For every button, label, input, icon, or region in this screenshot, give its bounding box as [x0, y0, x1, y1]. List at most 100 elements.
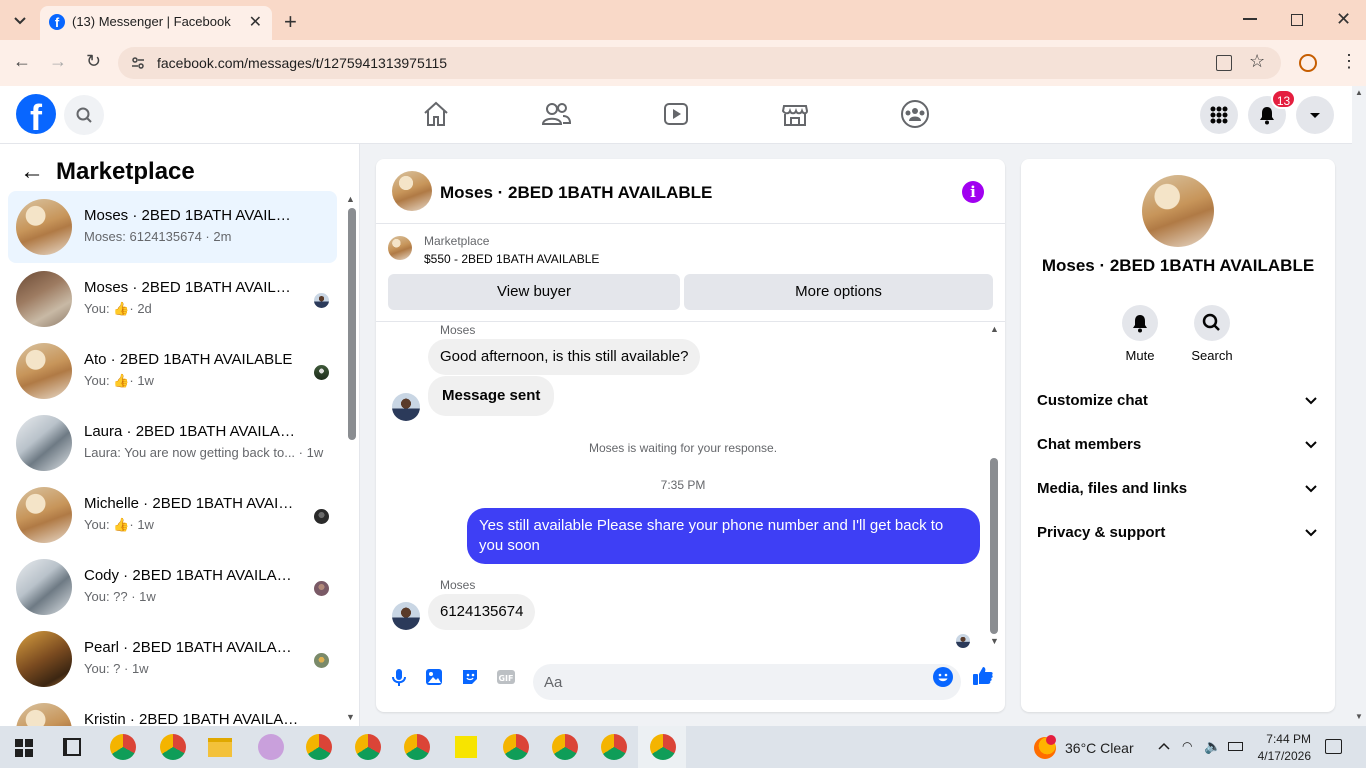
chrome-icon[interactable]: [355, 734, 381, 760]
volume-icon[interactable]: 🔈: [1204, 738, 1221, 755]
incoming-message[interactable]: 6124135674: [428, 594, 536, 630]
thumbs-up-icon[interactable]: [971, 664, 995, 688]
task-view-icon[interactable]: [63, 738, 81, 756]
windows-start-icon[interactable]: [15, 739, 33, 757]
forward-icon[interactable]: →: [49, 51, 67, 72]
sticky-notes-icon[interactable]: [455, 736, 477, 758]
listing-title[interactable]: $550 - 2BED 1BATH AVAILABLE: [424, 252, 599, 266]
chrome-icon[interactable]: [650, 734, 676, 760]
notifications-center-icon[interactable]: [1325, 739, 1342, 754]
account-menu-button[interactable]: [1296, 96, 1334, 134]
photo-icon[interactable]: [423, 666, 445, 688]
menu-grid-button[interactable]: [1200, 96, 1238, 134]
sidebar-scrollbar[interactable]: [348, 208, 356, 440]
page-scrollbar[interactable]: ▲ ▼: [1352, 86, 1366, 726]
sender-avatar[interactable]: [392, 602, 420, 630]
chat-members-row[interactable]: Chat members: [1037, 428, 1321, 464]
chrome-icon[interactable]: [306, 734, 332, 760]
chrome-icon[interactable]: [404, 734, 430, 760]
scroll-up-arrow-icon[interactable]: ▲: [990, 324, 999, 334]
close-window-icon[interactable]: ✕: [1336, 9, 1351, 30]
watch-video-icon[interactable]: [660, 98, 692, 130]
info-avatar[interactable]: [1142, 175, 1214, 247]
chrome-icon[interactable]: [552, 734, 578, 760]
battery-icon[interactable]: [1228, 742, 1243, 751]
info-icon[interactable]: i: [962, 181, 984, 203]
browser-menu-icon[interactable]: ⋮: [1340, 52, 1358, 70]
emoji-icon[interactable]: [932, 666, 954, 688]
conversation-preview: Laura: You are now getting back to... · …: [84, 445, 324, 460]
conversation-item[interactable]: Pearl · 2BED 1BATH AVAILABLE You: ? · 1w: [8, 623, 337, 695]
privacy-support-row[interactable]: Privacy & support: [1037, 516, 1321, 552]
thread-scrollbar[interactable]: [990, 458, 998, 634]
conversation-item[interactable]: Cody · 2BED 1BATH AVAILABLE You: ?? · 1w: [8, 551, 337, 623]
friends-icon[interactable]: [540, 98, 572, 130]
more-options-button[interactable]: More options: [684, 274, 993, 310]
gif-icon[interactable]: GIF: [495, 666, 517, 688]
mute-label: Mute: [1125, 348, 1155, 363]
conversation-name: Moses · 2BED 1BATH AVAILABLE: [84, 207, 299, 224]
mute-button[interactable]: Mute: [1110, 305, 1170, 363]
wifi-icon[interactable]: ◠: [1182, 739, 1192, 753]
scroll-down-arrow-icon[interactable]: ▼: [990, 636, 999, 646]
chevron-down-icon: [1303, 480, 1319, 496]
clock-time[interactable]: 7:44 PM: [1261, 732, 1311, 746]
customize-chat-row[interactable]: Customize chat: [1037, 384, 1321, 420]
chrome-icon[interactable]: [110, 734, 136, 760]
conversation-item[interactable]: Michelle · 2BED 1BATH AVAILABLE You: 👍· …: [8, 479, 337, 551]
conversation-item[interactable]: Ato · 2BED 1BATH AVAILABLE You: 👍· 1w: [8, 335, 337, 407]
groups-icon[interactable]: [899, 98, 931, 130]
tab-list-dropdown-icon[interactable]: [12, 12, 28, 28]
chrome-icon[interactable]: [160, 734, 186, 760]
weather-text[interactable]: 36°C Clear: [1065, 740, 1134, 756]
message-input[interactable]: [533, 664, 961, 700]
conversation-item[interactable]: Kristin · 2BED 1BATH AVAILABLE: [8, 695, 337, 726]
minimize-window-icon[interactable]: [1243, 18, 1257, 20]
sticker-icon[interactable]: [459, 666, 481, 688]
chrome-icon[interactable]: [503, 734, 529, 760]
incoming-message[interactable]: Good afternoon, is this still available?: [428, 339, 701, 375]
conversation-item[interactable]: Moses · 2BED 1BATH AVAILABLE Moses: 6124…: [8, 191, 337, 263]
scroll-down-arrow-icon[interactable]: ▼: [346, 712, 355, 722]
tab-close-icon[interactable]: ✕: [249, 12, 262, 32]
outgoing-message[interactable]: Yes still available Please share your ph…: [467, 508, 980, 564]
marketplace-icon[interactable]: [779, 98, 811, 130]
new-tab-icon[interactable]: +: [284, 9, 297, 35]
chevron-down-icon: [1303, 524, 1319, 540]
view-buyer-button[interactable]: View buyer: [388, 274, 680, 310]
paint-icon[interactable]: [258, 734, 284, 760]
chat-title[interactable]: Moses · 2BED 1BATH AVAILABLE: [440, 183, 712, 203]
url-field[interactable]: facebook.com/messages/t/1275941313975115…: [118, 47, 1281, 79]
restore-window-icon[interactable]: [1291, 14, 1303, 26]
bookmark-star-icon[interactable]: ☆: [1249, 51, 1265, 72]
scroll-down-arrow-icon[interactable]: ▼: [1355, 712, 1363, 721]
media-files-links-row[interactable]: Media, files and links: [1037, 472, 1321, 508]
browser-tab[interactable]: f (13) Messenger | Facebook ✕: [40, 6, 272, 40]
incoming-message[interactable]: Message sent: [428, 376, 555, 416]
conversation-item[interactable]: Laura · 2BED 1BATH AVAILABLE Laura: You …: [8, 407, 337, 479]
back-arrow-icon[interactable]: ←: [20, 158, 44, 186]
scroll-up-arrow-icon[interactable]: ▲: [1355, 88, 1363, 97]
search-in-chat-button[interactable]: Search: [1182, 305, 1242, 363]
seen-avatar: [314, 293, 329, 308]
back-icon[interactable]: ←: [13, 51, 31, 72]
site-info-icon[interactable]: [130, 55, 146, 71]
sender-avatar[interactable]: [392, 393, 420, 421]
url-text: facebook.com/messages/t/1275941313975115: [157, 55, 448, 71]
conversation-item[interactable]: Moses · 2BED 1BATH AVAILABLE You: 👍· 2d: [8, 263, 337, 335]
file-explorer-icon[interactable]: [208, 738, 232, 757]
scroll-up-arrow-icon[interactable]: ▲: [346, 194, 355, 204]
home-icon[interactable]: [420, 98, 452, 130]
clock-date[interactable]: 4/17/2026: [1253, 749, 1311, 763]
info-name: Moses · 2BED 1BATH AVAILABLE: [1041, 256, 1315, 275]
search-icon[interactable]: [64, 95, 104, 135]
reload-icon[interactable]: ↻: [86, 51, 101, 72]
microphone-icon[interactable]: [388, 666, 410, 688]
profile-icon[interactable]: [1299, 54, 1317, 72]
chat-avatar[interactable]: [392, 171, 432, 211]
install-app-icon[interactable]: [1216, 55, 1232, 71]
chrome-icon[interactable]: [601, 734, 627, 760]
bell-icon: [1122, 305, 1158, 341]
chevron-up-icon[interactable]: [1157, 740, 1171, 754]
facebook-logo-icon[interactable]: f: [16, 94, 56, 134]
